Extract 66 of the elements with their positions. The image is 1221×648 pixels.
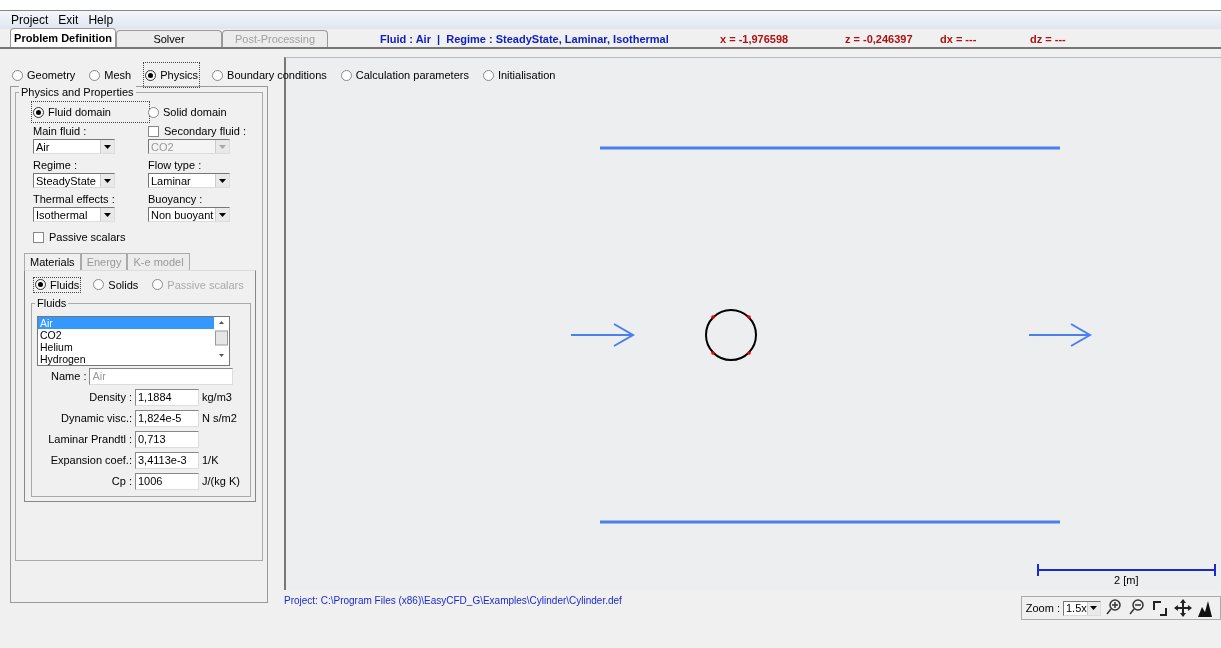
- unit-label: 1/K: [202, 454, 220, 466]
- caret-icon[interactable]: [100, 140, 114, 153]
- radio-button[interactable]: Physics: [145, 64, 199, 86]
- fluid-list[interactable]: Air CO2 Helium Hydrogen: [37, 315, 230, 366]
- input-field[interactable]: 1,1884: [135, 388, 199, 406]
- field-label: Name :: [51, 370, 87, 382]
- coordinate-readout: z = -0,246397: [845, 32, 914, 47]
- input-field[interactable]: 1,824e-5: [135, 409, 199, 427]
- inlet-arrow-icon: [570, 323, 635, 347]
- status-info: Fluid : Air | Regime : SteadyState, Laminar, Isothermal: [380, 32, 670, 47]
- outlet-arrow-icon: [1028, 323, 1092, 347]
- coordinate-readout: dz = ---: [1030, 32, 1066, 47]
- unit-label: kg/m3: [202, 391, 233, 403]
- dropdown[interactable]: SteadyState: [33, 173, 115, 188]
- dropdown[interactable]: Non buoyant: [148, 207, 230, 222]
- field-label: Dynamic visc.:: [60, 412, 132, 424]
- unit-label: J/(kg K): [202, 475, 241, 487]
- radio-button[interactable]: Solid domain: [148, 103, 263, 121]
- caret-icon[interactable]: [1086, 601, 1100, 615]
- caret-icon[interactable]: [100, 208, 114, 221]
- menu-item[interactable]: Help: [87, 13, 115, 27]
- radio-button[interactable]: Fluids: [35, 278, 80, 291]
- field-label: Thermal effects :: [33, 193, 116, 205]
- field-label: Cp :: [110, 475, 132, 487]
- group-title: Fluids: [35, 296, 69, 309]
- tab[interactable]: Materials: [24, 252, 81, 270]
- coordinate-readout: x = -1,976598: [720, 32, 790, 47]
- field-label: Main fluid :: [33, 125, 88, 137]
- zoom-label: Zoom :: [1025, 602, 1060, 614]
- caret-icon[interactable]: [215, 208, 229, 221]
- cylinder-drawing: [705, 309, 757, 361]
- list-item[interactable]: CO2: [38, 328, 214, 341]
- list-item[interactable]: Hydrogen: [38, 352, 214, 365]
- checkbox[interactable]: Passive scalars: [33, 231, 126, 243]
- caret-icon[interactable]: [215, 174, 229, 187]
- field-label: Laminar Prandtl :: [47, 433, 132, 445]
- radio-button[interactable]: Boundary conditions: [212, 64, 327, 86]
- field-label: Expansion coef.:: [49, 454, 132, 466]
- field-label: Regime :: [33, 159, 79, 171]
- dropdown[interactable]: Laminar: [148, 173, 230, 188]
- radio-button[interactable]: Geometry: [12, 64, 76, 86]
- tab[interactable]: Problem Definition: [10, 28, 116, 47]
- unit-label: N s/m2: [202, 412, 238, 424]
- move-icon[interactable]: [1173, 598, 1193, 618]
- corner-icon[interactable]: [1150, 598, 1170, 618]
- input-field[interactable]: 3,4113e-3: [135, 451, 199, 469]
- radio-button[interactable]: Fluid domain: [33, 103, 148, 121]
- group-title: Physics and Properties: [19, 86, 136, 98]
- scale-label: 2 [m]: [1114, 574, 1139, 586]
- field-label: Buoyancy :: [148, 193, 204, 205]
- caret-icon[interactable]: [100, 174, 114, 187]
- project-path: Project: C:\Program Files (x86)\EasyCFD_G\Examples\Cylinder\Cylinder.def: [284, 594, 622, 606]
- dropdown[interactable]: Isothermal: [33, 207, 115, 222]
- menu-item[interactable]: Project: [10, 13, 50, 27]
- radio-button[interactable]: Solids: [93, 278, 139, 291]
- dropdown[interactable]: Air: [33, 139, 115, 154]
- list-item[interactable]: Helium: [38, 340, 214, 353]
- tab[interactable]: Solver: [116, 30, 222, 47]
- menu-item[interactable]: Exit: [57, 13, 80, 27]
- coordinate-readout: dx = ---: [940, 32, 978, 47]
- zoom-dropdown[interactable]: 1.5x: [1063, 600, 1101, 616]
- input-field[interactable]: 1006: [135, 472, 199, 490]
- field-label: Density :: [88, 391, 132, 403]
- field-label: Flow type :: [148, 159, 203, 171]
- input-field[interactable]: 0,713: [135, 430, 199, 448]
- radio-button[interactable]: Mesh: [89, 64, 132, 86]
